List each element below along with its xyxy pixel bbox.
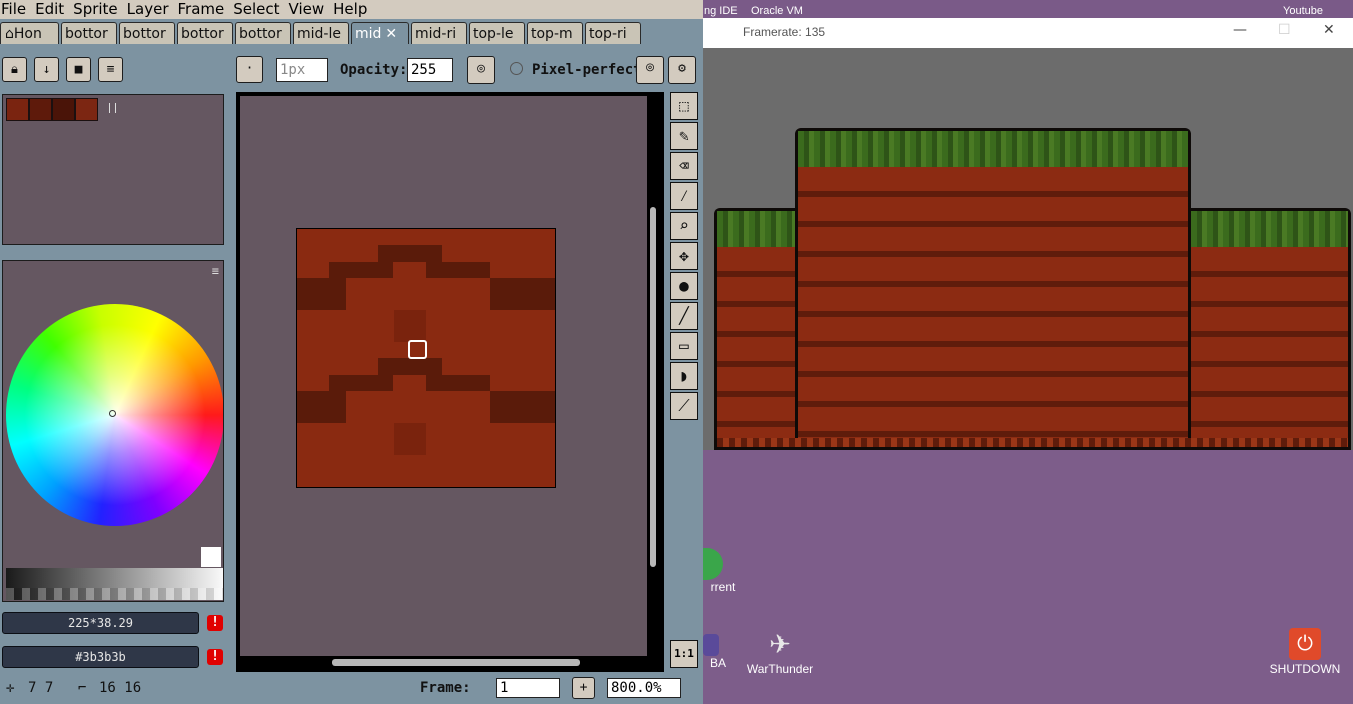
desktop-icon-ba[interactable]: BA xyxy=(703,634,733,670)
sprite-size: 16 16 xyxy=(99,680,142,696)
pixel-perfect-label: Pixel-perfect xyxy=(532,62,642,78)
pixel-perfect-checkbox[interactable] xyxy=(510,62,523,75)
window-title: Framerate: 135 xyxy=(743,25,826,39)
menu-file[interactable]: File xyxy=(1,0,31,19)
save-icon[interactable]: ■ xyxy=(66,57,91,82)
palette-swatch-4[interactable] xyxy=(75,98,98,121)
warning-icon[interactable]: ! xyxy=(207,615,223,631)
move-tool-icon[interactable]: ✥ xyxy=(670,242,698,270)
desktop-icon-label[interactable]: ng IDE xyxy=(704,5,738,17)
zoom-input[interactable]: 800.0% xyxy=(607,678,681,698)
utorrent-icon xyxy=(703,548,723,580)
color-wheel-cursor[interactable] xyxy=(109,410,116,417)
vertical-scrollbar[interactable] xyxy=(650,207,656,567)
palette-swatch-2[interactable] xyxy=(29,98,52,121)
palette-swatch-1[interactable] xyxy=(6,98,29,121)
warning-icon[interactable]: ! xyxy=(207,649,223,665)
terrain-edge xyxy=(714,438,1351,450)
close-button[interactable]: ✕ xyxy=(1323,22,1335,38)
current-color-preview[interactable] xyxy=(201,547,221,567)
frame-input[interactable]: 1 xyxy=(496,678,560,698)
crosshair-icon: ✛ xyxy=(6,680,15,696)
add-frame-button[interactable]: + xyxy=(572,677,595,699)
blur-tool-icon[interactable]: ⟋ xyxy=(670,392,698,420)
symmetry-icon[interactable]: ⌾ xyxy=(636,56,664,84)
desktop-icon-utorrent[interactable]: rrent xyxy=(703,548,743,594)
tab-mid-right[interactable]: mid-ri xyxy=(411,22,467,44)
tab-home[interactable]: ⌂Hon xyxy=(0,22,59,44)
status-bar: ✛ 7 7 ⌐ 16 16 Frame: 1 + 800.0% xyxy=(0,676,703,704)
eraser-tool-icon[interactable]: ⌫ xyxy=(670,152,698,180)
game-titlebar[interactable]: Framerate: 135 — ☐ ✕ xyxy=(703,18,1353,48)
color-hex-bar[interactable]: #3b3b3b xyxy=(2,646,199,668)
cursor-position: 7 7 xyxy=(28,680,54,696)
eyedropper-tool-icon[interactable]: ⁄ xyxy=(670,182,698,210)
aseprite-window: File Edit Sprite Layer Frame Select View… xyxy=(0,0,703,704)
color-selector-panel: ≡ xyxy=(2,260,224,602)
pencil-tool-icon[interactable]: ✎ xyxy=(670,122,698,150)
zoom-one-to-one-button[interactable]: 1:1 xyxy=(670,640,698,668)
menu-view[interactable]: View xyxy=(289,0,330,19)
line-tool-icon[interactable]: ╱ xyxy=(670,302,698,330)
terrain-block-left xyxy=(714,208,796,448)
palette-panel xyxy=(2,94,224,245)
brush-cursor xyxy=(408,340,427,359)
tab-bottom-3[interactable]: bottor xyxy=(177,22,233,44)
menu-select[interactable]: Select xyxy=(233,0,284,19)
terrain-block-right xyxy=(1191,208,1351,448)
terrain-block-middle xyxy=(795,128,1191,448)
app-icon xyxy=(703,634,719,656)
desktop-icon-label[interactable]: Oracle VM xyxy=(751,5,803,17)
tab-bottom-2[interactable]: bottor xyxy=(119,22,175,44)
menu-sprite[interactable]: Sprite xyxy=(73,0,123,19)
ink-icon[interactable]: ◎ xyxy=(467,56,495,84)
opacity-input[interactable]: 255 xyxy=(407,58,453,82)
brush-type-button[interactable]: · xyxy=(236,56,263,83)
tab-mid[interactable]: mid ✕ xyxy=(351,22,409,44)
minimize-button[interactable]: — xyxy=(1233,22,1247,38)
context-bar: 🔒︎ ↓ ■ ≡ · 1px Opacity: 255 ◎ Pixel-perf… xyxy=(0,52,703,86)
menu-edit[interactable]: Edit xyxy=(35,0,69,19)
gamepad-icon[interactable]: ⚙ xyxy=(668,56,696,84)
menu-icon[interactable]: ≡ xyxy=(98,57,123,82)
contour-tool-icon[interactable]: ◗ xyxy=(670,362,698,390)
arrow-down-icon[interactable]: ↓ xyxy=(34,57,59,82)
tab-top-left[interactable]: top-le xyxy=(469,22,525,44)
resize-handle-icon[interactable] xyxy=(109,103,116,113)
home-icon: ⌂ xyxy=(5,26,14,42)
brush-size-input[interactable]: 1px xyxy=(276,58,328,82)
desktop-icon-shutdown[interactable]: ⏻ SHUTDOWN xyxy=(1267,628,1343,676)
tab-bar: ⌂Hon bottor bottor bottor bottor mid-le … xyxy=(0,20,703,46)
color-hsv-bar[interactable]: 225*38.29 xyxy=(2,612,199,634)
close-icon[interactable]: ✕ xyxy=(385,26,397,42)
menu-layer[interactable]: Layer xyxy=(127,0,174,19)
palette-swatch-3[interactable] xyxy=(52,98,75,121)
game-window: Framerate: 135 — ☐ ✕ xyxy=(703,18,1353,450)
gray-ramp[interactable] xyxy=(6,568,223,600)
menu-bar: File Edit Sprite Layer Frame Select View… xyxy=(0,0,703,19)
tab-mid-left[interactable]: mid-le xyxy=(293,22,349,44)
rectangle-tool-icon[interactable]: ▭ xyxy=(670,332,698,360)
plane-icon: ✈ xyxy=(769,629,791,659)
tab-bottom-1[interactable]: bottor xyxy=(61,22,117,44)
options-menu-icon[interactable]: ≡ xyxy=(212,264,219,278)
menu-frame[interactable]: Frame xyxy=(178,0,230,19)
frame-label: Frame: xyxy=(420,680,471,696)
marquee-tool-icon[interactable]: ⬚ xyxy=(670,92,698,120)
selection-icon: ⌐ xyxy=(78,680,87,696)
fill-tool-icon[interactable]: ● xyxy=(670,272,698,300)
lock-icon[interactable]: 🔒︎ xyxy=(2,57,27,82)
desktop-icon-warthunder[interactable]: ✈ WarThunder xyxy=(745,628,815,676)
zoom-tool-icon[interactable]: ⌕ xyxy=(670,212,698,240)
tab-bottom-4[interactable]: bottor xyxy=(235,22,291,44)
horizontal-scrollbar[interactable] xyxy=(332,659,580,666)
desktop-top-strip: ng IDE Oracle VM Youtube xyxy=(703,0,1353,18)
opacity-label: Opacity: xyxy=(340,62,408,78)
maximize-button[interactable]: ☐ xyxy=(1278,22,1291,38)
tab-top-right[interactable]: top-ri xyxy=(585,22,641,44)
power-icon: ⏻ xyxy=(1289,628,1321,660)
desktop-icon-label[interactable]: Youtube xyxy=(1283,5,1323,17)
tab-top-mid[interactable]: top-m xyxy=(527,22,583,44)
menu-help[interactable]: Help xyxy=(333,0,372,19)
